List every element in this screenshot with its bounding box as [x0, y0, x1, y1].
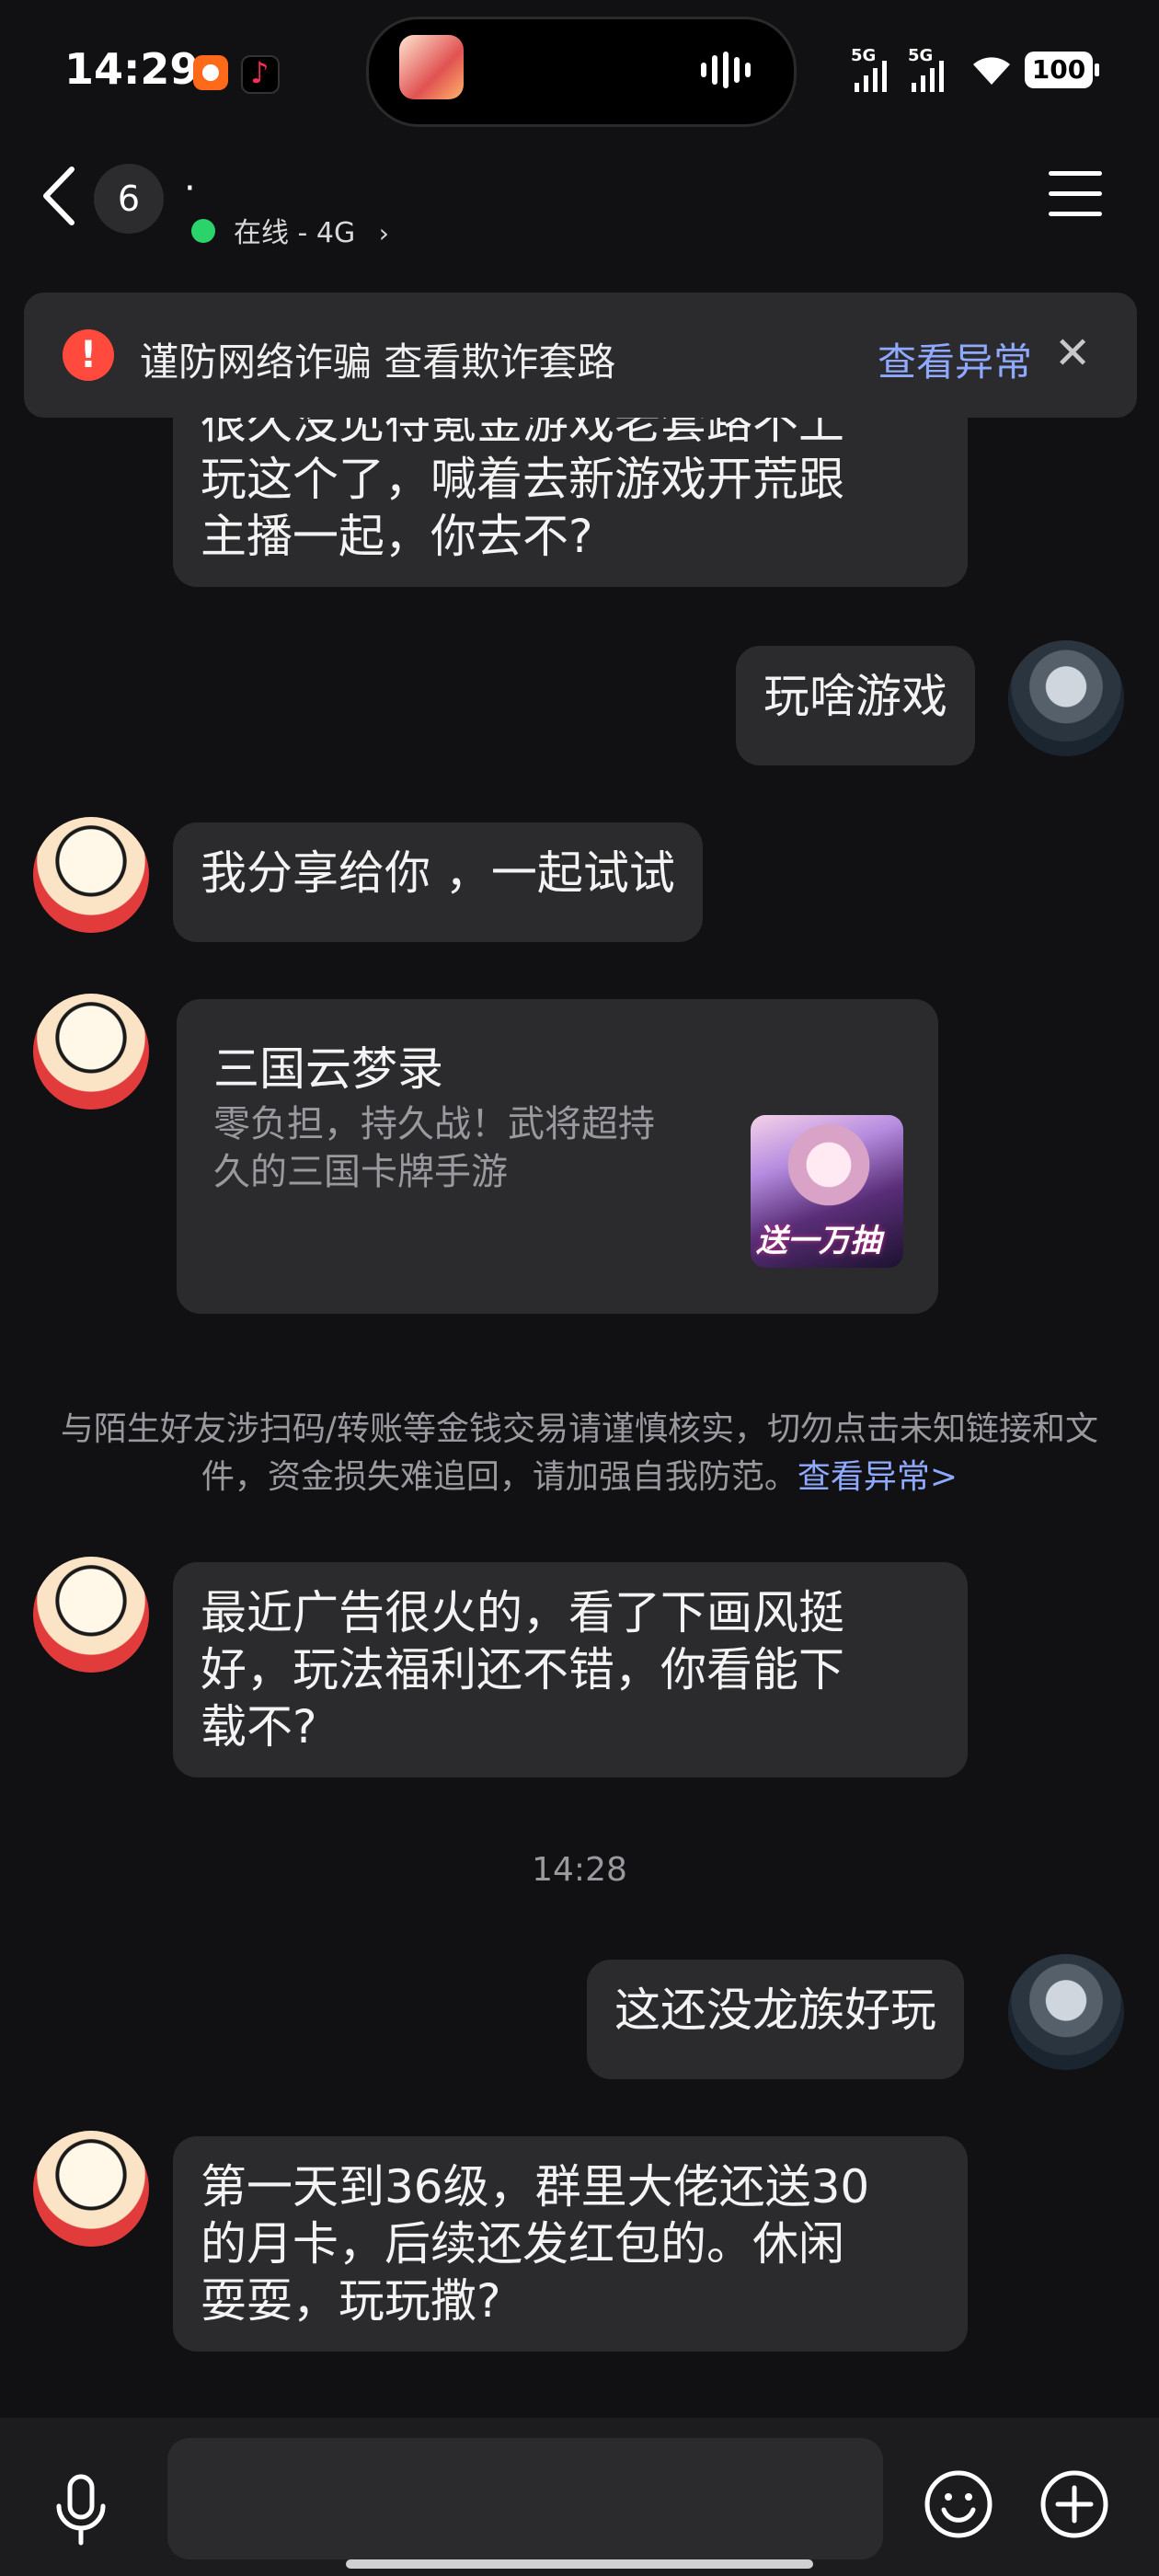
system-notice: 与陌生好友涉扫码/转账等金钱交易请谨慎核实，切勿点击未知链接和文件，资金损失难追… [55, 1406, 1104, 1501]
message-line: 这还没龙族好玩 [614, 1984, 936, 2037]
message-line: 第一天到36级，群里大佬还送30 [201, 2160, 870, 2214]
emoji-icon[interactable] [924, 2469, 993, 2539]
message-line: 主播一起，你去不? [201, 510, 593, 563]
my-avatar[interactable] [1008, 640, 1124, 756]
message-line: 玩啥游戏 [763, 670, 947, 723]
message-bubble[interactable]: 玩啥游戏 [736, 646, 975, 765]
tiktok-icon: ♪ [241, 55, 280, 94]
message-line: 最近广告很火的，看了下画风挺 [201, 1586, 844, 1639]
back-chevron-icon[interactable] [37, 164, 83, 228]
shared-game-card[interactable]: 三国云梦录 零负担，持久战！武将超持 久的三国卡牌手游 送一万抽 [177, 999, 938, 1314]
online-status-text: 在线 - 4G [234, 217, 356, 249]
home-indicator[interactable] [346, 2559, 813, 2569]
card-desc-line: 久的三国卡牌手游 [213, 1151, 508, 1193]
message-line: 玩这个了，喊着去新游戏开荒跟 [201, 453, 844, 506]
message-line: 好，玩法福利还不错，你看能下 [201, 1643, 844, 1696]
view-anomaly-link[interactable]: 查看异常 [878, 331, 1032, 387]
add-icon[interactable] [1039, 2469, 1109, 2539]
card-description: 零负担，持久战！武将超持 久的三国卡牌手游 [213, 1100, 692, 1196]
card-desc-line: 零负担，持久战！武将超持 [213, 1103, 655, 1145]
message-line: 我分享给你 ，一起试试 [201, 846, 675, 900]
wifi-icon [973, 57, 1010, 85]
message-timestamp: 14:28 [532, 1851, 627, 1889]
island-app-thumbnail [399, 35, 464, 99]
microphone-icon[interactable] [52, 2473, 110, 2547]
contact-avatar[interactable] [33, 994, 149, 1110]
view-anomaly-link[interactable]: 查看异常> [798, 1458, 958, 1496]
signal-label: 5G [908, 46, 934, 65]
game-thumbnail: 送一万抽 [751, 1115, 903, 1268]
message-input[interactable] [167, 2438, 883, 2559]
message-line: 耍耍，玩玩撒? [201, 2274, 501, 2328]
message-bubble[interactable]: 第一天到36级，群里大佬还送30 的月卡，后续还发红包的。休闲 耍耍，玩玩撒? [173, 2136, 968, 2352]
contact-avatar[interactable] [33, 1557, 149, 1673]
message-bubble[interactable]: 最近广告很火的，看了下画风挺 好，玩法福利还不错，你看能下 载不? [173, 1562, 968, 1777]
audio-wave-icon [701, 52, 760, 88]
battery-icon: 100 [1025, 52, 1093, 88]
fraud-warning-banner: ! 谨防网络诈骗 查看欺诈套路 查看异常 ✕ [24, 293, 1137, 418]
card-title: 三国云梦录 [213, 1042, 443, 1096]
message-line: 的月卡，后续还发红包的。休闲 [201, 2217, 844, 2271]
message-bubble[interactable]: 我分享给你 ，一起试试 [173, 822, 703, 942]
online-status[interactable]: 在线 - 4G › [191, 210, 389, 250]
chevron-right-icon: › [378, 218, 389, 248]
unread-count-badge[interactable]: 6 [94, 164, 164, 234]
notification-app-icon [193, 55, 228, 90]
warning-icon: ! [63, 329, 114, 381]
signal-label: 5G [851, 46, 877, 65]
close-icon[interactable]: ✕ [1054, 328, 1091, 379]
menu-icon[interactable] [1049, 171, 1106, 217]
contact-name[interactable]: · [184, 167, 196, 210]
contact-avatar[interactable] [33, 817, 149, 933]
status-time: 14:29 [64, 44, 200, 94]
message-line: 载不? [201, 1700, 317, 1754]
signal-icon: 5G 5G [851, 46, 961, 92]
input-bar [0, 2418, 1159, 2576]
banner-text: 谨防网络诈骗 查看欺诈套路 [140, 339, 616, 385]
contact-avatar[interactable] [33, 2131, 149, 2247]
thumbnail-label: 送一万抽 [756, 1223, 881, 1259]
battery-cap [1095, 63, 1099, 76]
message-bubble[interactable]: 这还没龙族好玩 [587, 1960, 964, 2079]
my-avatar[interactable] [1008, 1954, 1124, 2070]
